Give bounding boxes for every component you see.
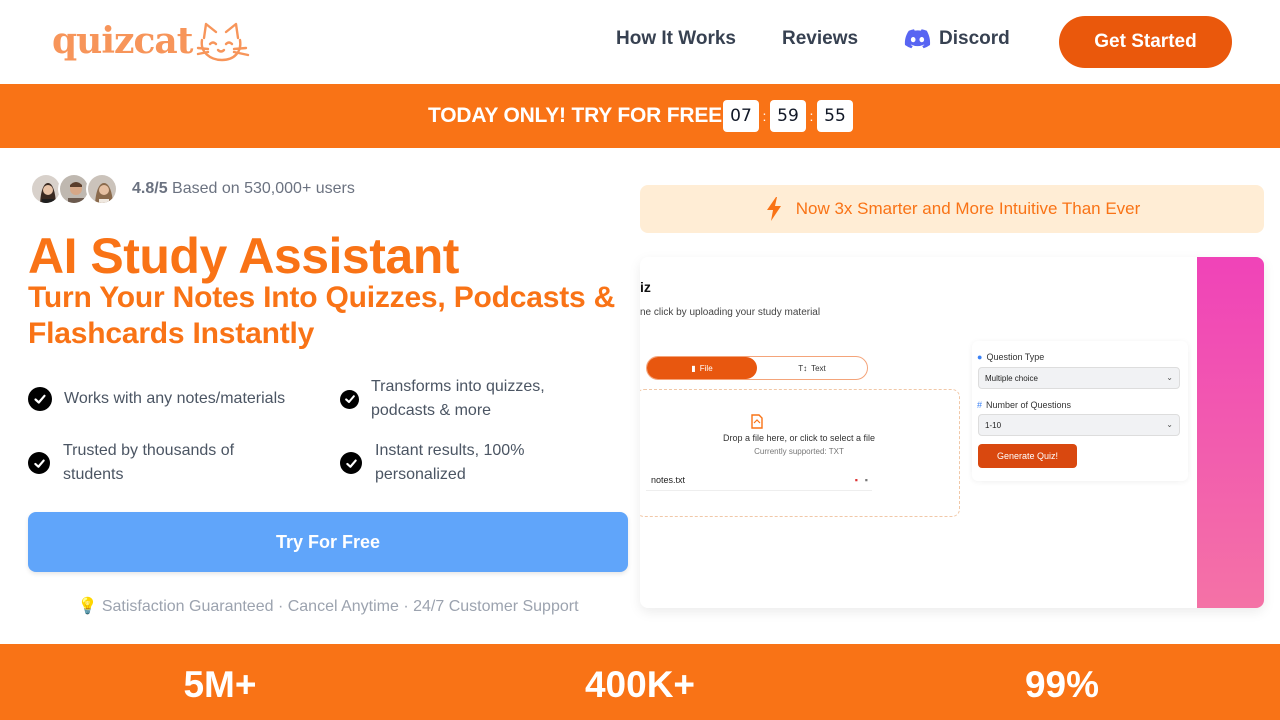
demo-title: iz [640,279,651,295]
text-size-icon: T↕ [798,363,808,373]
get-started-button[interactable]: Get Started [1059,16,1232,68]
pdf-file-icon [751,414,763,429]
announcement-banner: Now 3x Smarter and More Intuitive Than E… [640,185,1264,233]
chevron-down-icon: ⌄ [1166,373,1173,382]
feature-item: Instant results, 100% personalized [340,439,580,487]
cat-logo-icon [197,22,250,62]
feature-item: Works with any notes/materials [28,387,328,411]
nav-discord[interactable]: Discord [904,28,1010,50]
timer-separator: : [762,108,767,124]
rating-text: 4.8/5 Based on 530,000+ users [132,180,355,198]
feature-text: Works with any notes/materials [64,390,286,407]
demo-question-type-value: Multiple choice [985,373,1038,383]
demo-tab-text: T↕ Text [757,357,867,379]
timer-hours: 07 [723,100,759,132]
demo-num-questions-select: 1-10 ⌄ [978,414,1180,436]
demo-question-type-select: Multiple choice ⌄ [978,367,1180,389]
demo-screenshot: iz ne click by uploading your study mate… [640,257,1264,608]
try-for-free-button[interactable]: Try For Free [28,512,628,572]
lightning-icon [766,197,781,221]
demo-question-type-text: Question Type [986,352,1045,362]
feature-item: Transforms into quizzes, podcasts & more [340,375,580,423]
stat-value: 99% [1024,664,1100,705]
demo-generate-quiz-button: Generate Quiz! [978,444,1077,468]
demo-subtitle: ne click by uploading your study materia… [640,307,821,318]
guarantee-text: 💡 Satisfaction Guaranteed · Cancel Anyti… [77,598,579,615]
logo-text: quizcat [52,20,193,62]
demo-num-questions-text: Number of Questions [986,400,1072,410]
announcement-text: Now 3x Smarter and More Intuitive Than E… [795,199,1141,218]
demo-question-type-label: ● Question Type [977,352,1044,362]
promo-banner: TODAY ONLY! TRY FOR FREE [0,84,1280,148]
stat-value: 5M+ [183,664,257,705]
nav-reviews-label: Reviews [782,28,859,49]
chevron-down-icon: ⌄ [1166,420,1173,429]
timer-minutes: 59 [770,100,806,132]
discord-icon [904,28,931,48]
demo-tab-file-label: File [699,363,713,373]
check-icon [340,452,362,474]
demo-num-questions-label: # Number of Questions [977,400,1071,410]
feature-text: Transforms into quizzes, podcasts & more [371,378,545,419]
feature-text: Instant results, 100% personalized [375,442,525,483]
demo-tab-switch: ▮ File T↕ Text [646,356,868,380]
stats-band: 5M+ 400K+ 99% [0,644,1280,720]
countdown-timer: 07 : 59 : 55 [723,100,853,132]
site-header: quizcat How It Works Reviews Discord Get… [0,0,1280,84]
check-icon [28,387,52,411]
demo-file-row: notes.txt ▪ ▪ [646,469,872,491]
shapes-icon: ● [977,352,983,362]
nav-how-it-works[interactable]: How It Works [616,28,736,50]
quizcat-logo[interactable]: quizcat [52,18,250,64]
promo-text: TODAY ONLY! TRY FOR FREE [428,104,722,127]
check-icon [340,389,359,409]
demo-pink-edge [1197,257,1264,608]
avatar [86,173,118,205]
feature-text: Trusted by thousands of students [63,442,235,483]
timer-seconds: 55 [817,100,853,132]
stat-value: 400K+ [584,664,696,705]
rating-score: 4.8/5 [132,180,168,197]
rating-caption: Based on 530,000+ users [172,180,355,197]
demo-drop-subtext: Currently supported: TXT [754,447,844,456]
file-icon: ▮ [691,363,696,373]
timer-separator: : [809,108,814,124]
demo-tab-text-label: Text [811,363,826,373]
feature-item: Trusted by thousands of students [28,439,288,487]
demo-file-name: notes.txt [651,474,686,485]
pdf-icon: ▪ [854,474,858,485]
hero-title: AI Study Assistant [28,228,459,284]
hero-subtitle: Turn Your Notes Into Quizzes, Podcasts &… [28,281,616,350]
demo-num-questions-value: 1-10 [985,420,1002,430]
hash-icon: # [977,400,983,410]
nav-discord-label: Discord [939,28,1010,49]
rating-row: 4.8/5 Based on 530,000+ users [30,173,355,205]
nav-how-it-works-label: How It Works [616,28,736,49]
trash-icon: ▪ [864,474,868,485]
demo-tab-file: ▮ File [647,357,757,379]
demo-drop-text: Drop a file here, or click to select a f… [722,433,876,443]
nav-reviews[interactable]: Reviews [782,28,858,50]
check-icon [28,452,50,474]
